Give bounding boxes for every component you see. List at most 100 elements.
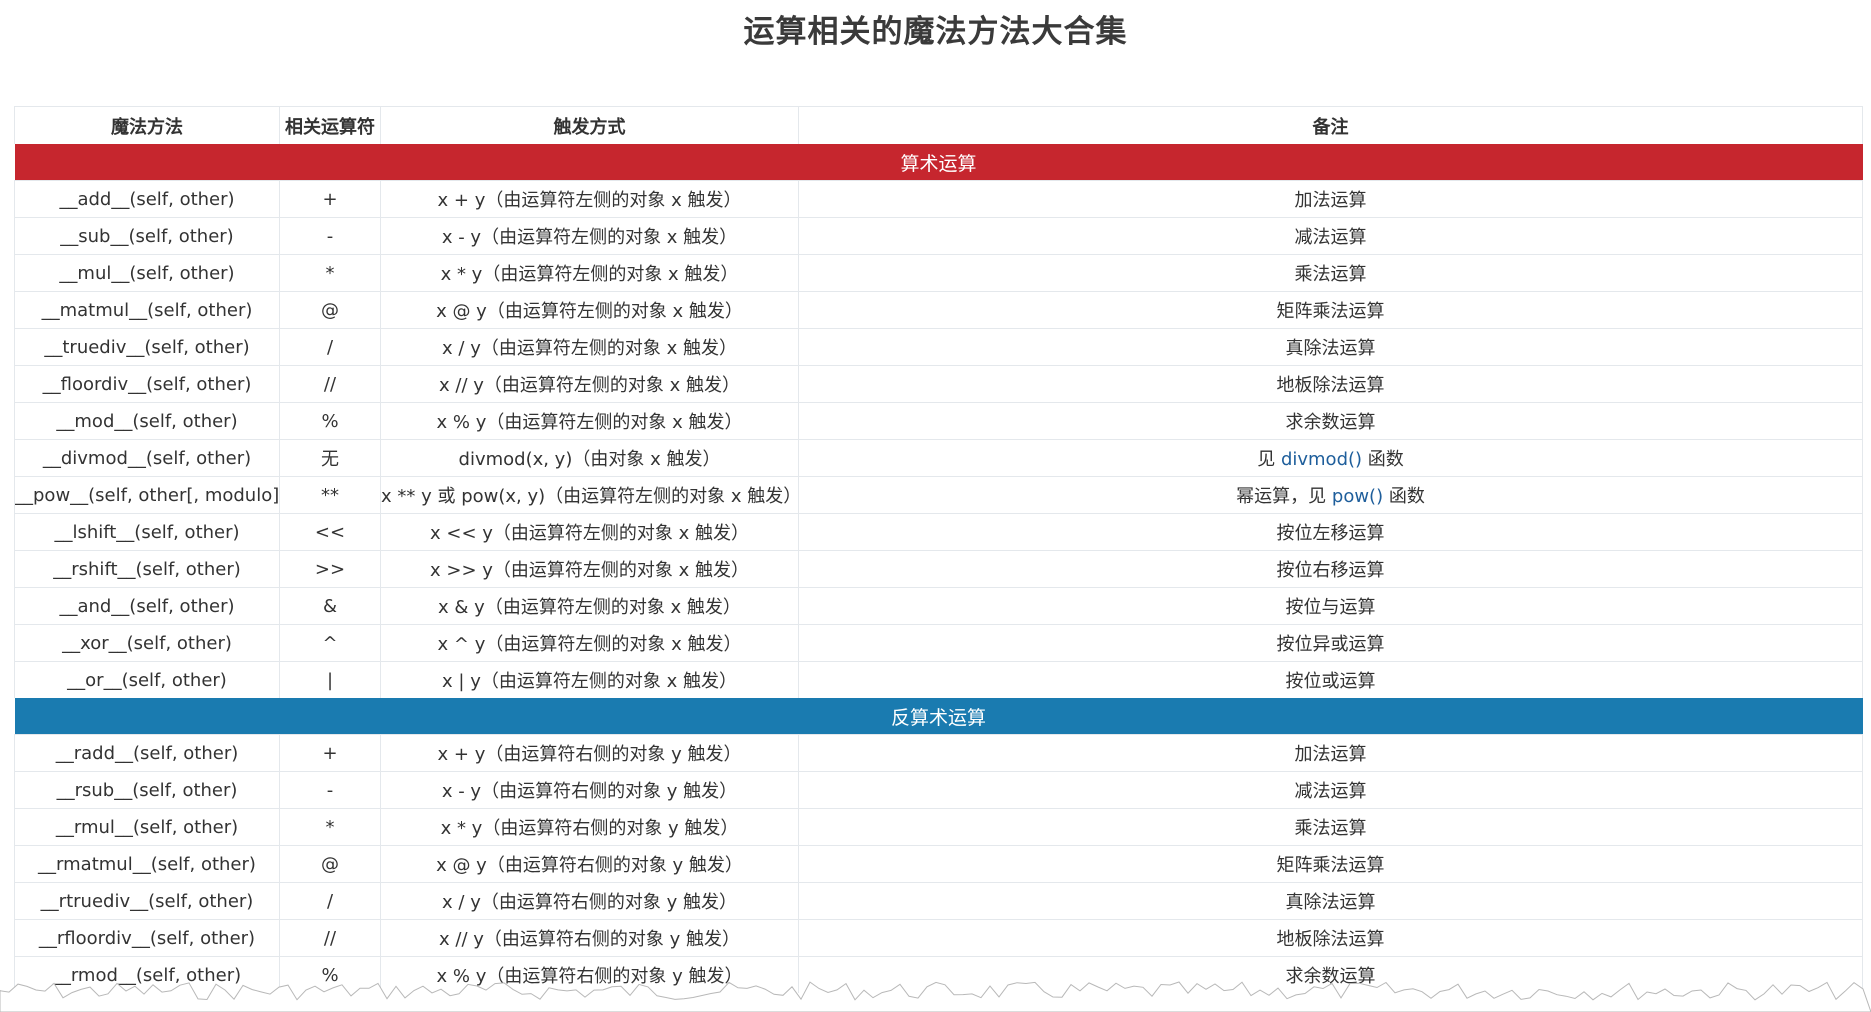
trigger-cell: x - y（由运算符左侧的对象 x 触发）	[380, 217, 799, 255]
note-text: 见	[1257, 449, 1281, 470]
method-cell: __add__(self, other)	[14, 180, 280, 218]
header-row: 魔法方法 相关运算符 触发方式 备注	[14, 106, 1863, 144]
operator-cell: +	[279, 180, 381, 218]
note-cell: 按位或运算	[798, 661, 1863, 698]
operator-cell: *	[279, 808, 381, 846]
method-cell: __mod__(self, other)	[14, 402, 280, 440]
table-row: __floordiv__(self, other)//x // y（由运算符左侧…	[14, 365, 1863, 403]
table-row: __rtruediv__(self, other) / x / y（由运算符右侧的对…	[14, 882, 1863, 920]
trigger-cell: x * y（由运算符左侧的对象 x 触发）	[380, 254, 799, 292]
method-cell: __rmul__(self, other)	[14, 808, 280, 846]
trigger-cell: x / y（由运算符右侧的对象 y 触发）	[380, 882, 799, 920]
trigger-cell: x ** y 或 pow(x, y)（由运算符左侧的对象 x 触发）	[380, 476, 799, 514]
method-cell: __divmod__(self, other)	[14, 439, 280, 477]
trigger-cell: x ^ y（由运算符左侧的对象 x 触发）	[380, 624, 799, 662]
table-body: 算术运算 __add__(self, other) + x + y（由运算符左侧的对象…	[14, 144, 1863, 993]
table-row: __add__(self, other) + x + y（由运算符左侧的对象 x 触…	[14, 180, 1863, 218]
table-row: __rshift__(self, other) >> x >> y（由运算符左侧的对…	[14, 550, 1863, 588]
operator-cell: @	[279, 291, 381, 329]
operator-cell: /	[279, 882, 381, 920]
operator-cell: >>	[279, 550, 381, 588]
note-cell: 求余数运算	[798, 402, 1863, 440]
magic-methods-table-wrapper: 魔法方法 相关运算符 触发方式 备注 算术运算 __add__(self, oth…	[14, 106, 1863, 993]
operator-cell: %	[279, 402, 381, 440]
section-row: 反算术运算	[14, 698, 1863, 735]
section-label: 算术运算	[14, 144, 1863, 181]
magic-methods-table: 魔法方法 相关运算符 触发方式 备注 算术运算 __add__(self, oth…	[14, 106, 1863, 993]
note-cell: 幂运算，见 pow() 函数	[798, 476, 1863, 514]
table-row: __truediv__(self, other) / x / y（由运算符左侧的对象…	[14, 328, 1863, 366]
operator-cell: /	[279, 328, 381, 366]
trigger-cell: x @ y（由运算符左侧的对象 x 触发）	[380, 291, 799, 329]
note-function-link[interactable]: pow()	[1332, 486, 1383, 507]
note-cell: 按位右移运算	[798, 550, 1863, 588]
note-text: 函数	[1362, 449, 1404, 470]
trigger-cell: x >> y（由运算符左侧的对象 x 触发）	[380, 550, 799, 588]
note-function-link[interactable]: divmod()	[1281, 449, 1362, 470]
note-cell: 加法运算	[798, 180, 1863, 218]
page-title: 运算相关的魔法方法大合集	[743, 14, 1128, 50]
method-cell: __sub__(self, other)	[14, 217, 280, 255]
method-cell: __pow__(self, other[, modulo])	[14, 476, 280, 514]
table-row: __rmatmul__(self, other) @ x @ y（由运算符右侧的对象…	[14, 845, 1863, 883]
trigger-cell: x - y（由运算符右侧的对象 y 触发）	[380, 771, 799, 809]
table-row: __or__(self, other) | x | y（由运算符左侧的对象 x 触发…	[14, 661, 1863, 698]
trigger-cell: x & y（由运算符左侧的对象 x 触发）	[380, 587, 799, 625]
note-cell: 真除法运算	[798, 882, 1863, 920]
trigger-cell: x + y（由运算符右侧的对象 y 触发）	[380, 734, 799, 772]
operator-cell: **	[279, 476, 381, 514]
method-cell: __floordiv__(self, other)	[14, 365, 280, 403]
operator-cell: ^	[279, 624, 381, 662]
note-cell: 按位异或运算	[798, 624, 1863, 662]
operator-cell: //	[279, 365, 381, 403]
trigger-cell: x % y（由运算符左侧的对象 x 触发）	[380, 402, 799, 440]
method-cell: __matmul__(self, other)	[14, 291, 280, 329]
trigger-cell: x / y（由运算符左侧的对象 x 触发）	[380, 328, 799, 366]
torn-paper-edge	[0, 981, 1871, 1012]
note-cell: 按位左移运算	[798, 513, 1863, 551]
note-cell: 加法运算	[798, 734, 1863, 772]
operator-cell: -	[279, 771, 381, 809]
note-text: 函数	[1383, 486, 1425, 507]
section-label: 反算术运算	[14, 698, 1863, 735]
table-row: __rmul__(self, other) * x * y（由运算符右侧的对象 y …	[14, 808, 1863, 846]
trigger-cell: x | y（由运算符左侧的对象 x 触发）	[380, 661, 799, 698]
operator-cell: +	[279, 734, 381, 772]
trigger-cell: x << y（由运算符左侧的对象 x 触发）	[380, 513, 799, 551]
header-trigger: 触发方式	[380, 106, 799, 144]
table-row: __rfloordiv__(self, other)//x // y（由运算符右…	[14, 919, 1863, 957]
trigger-cell: x // y（由运算符左侧的对象 x 触发）	[380, 365, 799, 403]
note-cell: 乘法运算	[798, 808, 1863, 846]
header-operator: 相关运算符	[279, 106, 381, 144]
operator-cell: //	[279, 919, 381, 957]
table-row: __sub__(self, other) - x - y（由运算符左侧的对象 x 触…	[14, 217, 1863, 255]
note-cell: 见 divmod() 函数	[798, 439, 1863, 477]
table-row: __matmul__(self, other) @ x @ y（由运算符左侧的对象 …	[14, 291, 1863, 329]
table-row: __and__(self, other) & x & y（由运算符左侧的对象 x 触…	[14, 587, 1863, 625]
method-cell: __rmatmul__(self, other)	[14, 845, 280, 883]
method-cell: __or__(self, other)	[14, 661, 280, 698]
note-cell: 地板除法运算	[798, 919, 1863, 957]
note-cell: 减法运算	[798, 217, 1863, 255]
method-cell: __xor__(self, other)	[14, 624, 280, 662]
operator-cell: *	[279, 254, 381, 292]
table-row: __mod__(self, other)% x % y（由运算符左侧的对象 x 触…	[14, 402, 1863, 440]
note-cell: 真除法运算	[798, 328, 1863, 366]
operator-cell: &	[279, 587, 381, 625]
operator-cell: <<	[279, 513, 381, 551]
table-row: __mul__(self, other) * x * y（由运算符左侧的对象 x 触…	[14, 254, 1863, 292]
note-text: 幂运算，见	[1236, 486, 1332, 507]
method-cell: __rtruediv__(self, other)	[14, 882, 280, 920]
header-note: 备注	[798, 106, 1863, 144]
note-cell: 乘法运算	[798, 254, 1863, 292]
trigger-cell: x * y（由运算符右侧的对象 y 触发）	[380, 808, 799, 846]
operator-cell: 无	[279, 439, 381, 477]
operator-cell: -	[279, 217, 381, 255]
header-method: 魔法方法	[14, 106, 280, 144]
operator-cell: @	[279, 845, 381, 883]
trigger-cell: divmod(x, y)（由对象 x 触发）	[380, 439, 799, 477]
method-cell: __radd__(self, other)	[14, 734, 280, 772]
method-cell: __mul__(self, other)	[14, 254, 280, 292]
note-cell: 减法运算	[798, 771, 1863, 809]
note-cell: 按位与运算	[798, 587, 1863, 625]
